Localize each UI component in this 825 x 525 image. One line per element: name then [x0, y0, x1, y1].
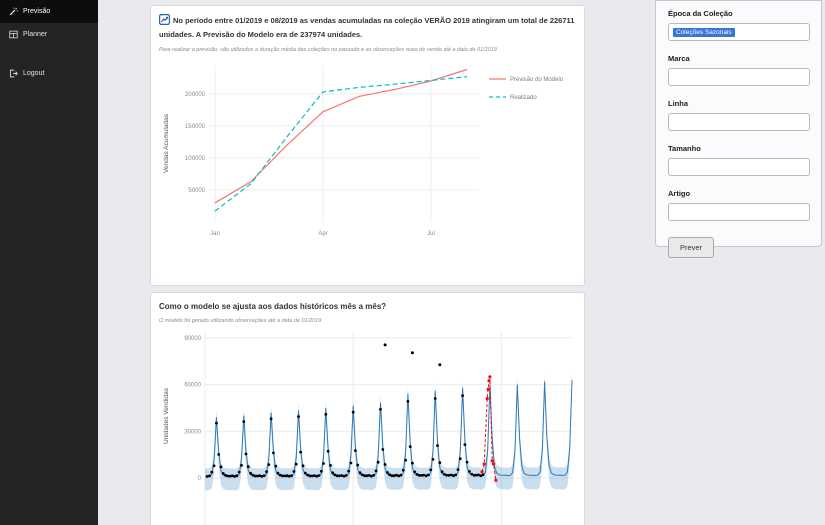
linha-label: Linha: [668, 99, 688, 108]
sign-out-icon: [10, 69, 18, 78]
svg-text:90000: 90000: [184, 336, 201, 342]
svg-text:Previsão do Modelo: Previsão do Modelo: [510, 77, 564, 83]
card-cumulative-sales: No período entre 01/2019 e 08/2019 as ve…: [150, 5, 585, 286]
svg-text:Vendas Acumuladas: Vendas Acumuladas: [163, 114, 170, 174]
svg-text:50000: 50000: [188, 188, 205, 194]
fit-title: Como o modelo se ajusta aos dados histór…: [159, 302, 387, 311]
svg-text:Apr: Apr: [318, 231, 327, 237]
svg-text:0: 0: [198, 476, 202, 482]
fit-note: O modelo foi gerado utilizando observaçõ…: [159, 318, 322, 324]
epoca-select[interactable]: Coleções Sazonais: [668, 23, 810, 41]
svg-text:Jan: Jan: [210, 231, 220, 237]
sidebar: Previsão Planner Logout: [0, 0, 98, 525]
chart-line-icon: [159, 14, 170, 29]
sidebar-item-previsao[interactable]: Previsão: [0, 0, 98, 23]
table-icon: [9, 30, 18, 39]
linha-input[interactable]: [668, 113, 810, 131]
epoca-label: Época da Coleção: [668, 9, 733, 18]
magic-wand-icon: [9, 7, 18, 16]
svg-text:60000: 60000: [184, 383, 201, 389]
tamanho-label: Tamanho: [668, 144, 701, 153]
artigo-input[interactable]: [668, 203, 810, 221]
cumulative-headline-text: No período entre 01/2019 e 08/2019 as ve…: [159, 16, 575, 39]
svg-text:100000: 100000: [185, 156, 206, 162]
artigo-label: Artigo: [668, 189, 691, 198]
sidebar-item-label: Planner: [23, 31, 48, 38]
svg-text:30000: 30000: [184, 429, 201, 435]
prever-button[interactable]: Prever: [668, 237, 715, 258]
cumulative-note: Para realizar a previsão, são utilizados…: [159, 47, 497, 54]
svg-text:Unidades Vendidas: Unidades Vendidas: [163, 387, 170, 444]
marca-input[interactable]: [668, 68, 810, 86]
cumulative-headline: No período entre 01/2019 e 08/2019 as ve…: [159, 14, 576, 40]
sidebar-item-planner[interactable]: Planner: [0, 23, 98, 46]
svg-text:200000: 200000: [185, 92, 206, 98]
sidebar-item-label: Logout: [23, 70, 45, 77]
sidebar-item-label: Previsão: [23, 8, 51, 15]
tamanho-input[interactable]: [668, 158, 810, 176]
sidebar-item-logout[interactable]: Logout: [0, 62, 98, 85]
main-content: No período entre 01/2019 e 08/2019 as ve…: [150, 0, 585, 525]
marca-label: Marca: [668, 54, 690, 63]
filter-panel: Época da Coleção Coleções Sazonais Marca…: [655, 0, 822, 258]
cumulative-sales-chart: 50000 100000 150000 200000 Jan Apr Jul Vendas A…: [159, 57, 576, 260]
epoca-selected-value: Coleções Sazonais: [673, 27, 735, 37]
svg-text:Jul: Jul: [427, 231, 435, 237]
model-fit-chart: 0 30000 60000 90000 Unidades Vendidas: [159, 328, 576, 525]
card-model-fit: Como o modelo se ajusta aos dados histór…: [150, 292, 585, 525]
svg-text:150000: 150000: [185, 124, 206, 130]
svg-text:Realizado: Realizado: [510, 95, 537, 101]
